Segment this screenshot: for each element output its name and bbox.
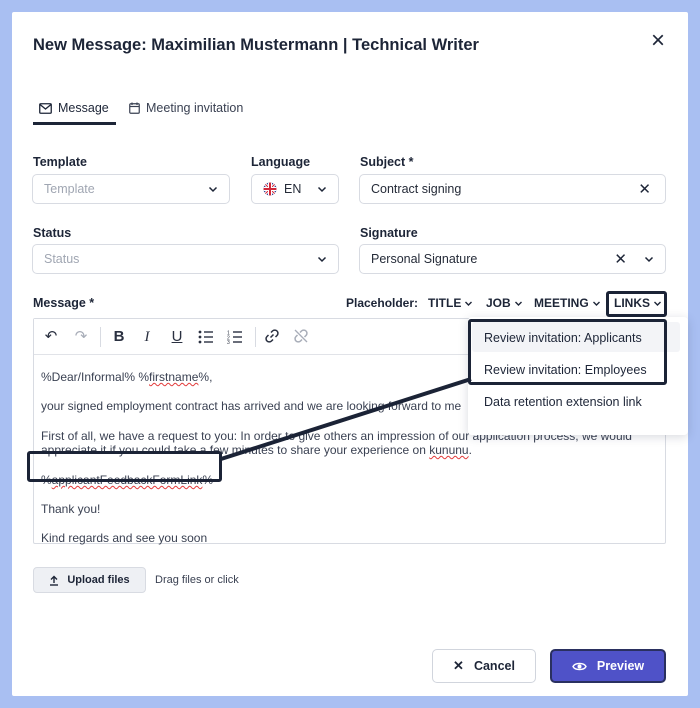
italic-icon[interactable]: I	[138, 328, 156, 346]
menu-item-review-applicants[interactable]: Review invitation: Applicants	[484, 331, 642, 345]
active-tab-indicator	[33, 122, 116, 125]
subject-label: Subject *	[360, 155, 414, 169]
chevron-down-icon	[592, 301, 600, 306]
undo-icon[interactable]: ↶	[42, 328, 60, 346]
tab-message-label: Message	[58, 101, 109, 115]
close-icon[interactable]: ×	[646, 29, 670, 54]
status-select[interactable]: Status	[32, 244, 339, 274]
redo-icon[interactable]: ↷	[72, 328, 90, 346]
menu-item-review-employees[interactable]: Review invitation: Employees	[484, 363, 647, 377]
chevron-down-icon	[208, 186, 218, 193]
calendar-icon	[129, 102, 140, 114]
editor-line-feedback-link: %applicantFeedbackFormLink%	[41, 473, 214, 487]
editor-line-contract: your signed employment contract has arri…	[41, 399, 462, 413]
placeholder-menu-title[interactable]: TITLE	[428, 296, 473, 310]
status-placeholder: Status	[44, 252, 80, 266]
tab-message[interactable]: Message	[39, 101, 109, 115]
message-label: Message *	[33, 296, 95, 310]
dialog-title: New Message: Maximilian Mustermann | Tec…	[33, 36, 479, 54]
preview-button[interactable]: Preview	[550, 649, 666, 683]
language-select[interactable]: EN	[251, 174, 339, 204]
status-label: Status	[33, 226, 72, 240]
upload-files-button[interactable]: Upload files	[33, 567, 146, 593]
language-label: Language	[251, 155, 311, 169]
toolbar-divider	[255, 327, 256, 347]
chevron-down-icon	[465, 301, 473, 306]
upload-icon	[50, 575, 59, 586]
language-value: EN	[284, 182, 302, 196]
bullet-list-icon[interactable]	[197, 328, 215, 346]
cancel-button[interactable]: ✕ Cancel	[432, 649, 536, 683]
signature-select[interactable]: Personal Signature ✕	[359, 244, 666, 274]
uk-flag-icon	[263, 182, 277, 196]
upload-files-label: Upload files	[67, 574, 130, 586]
menu-item-data-retention[interactable]: Data retention extension link	[484, 395, 642, 409]
placeholder-label: Placeholder:	[346, 296, 419, 310]
signature-value: Personal Signature	[371, 252, 478, 266]
envelope-icon	[39, 102, 52, 114]
subject-value: Contract signing	[371, 182, 462, 196]
cancel-label: Cancel	[473, 659, 515, 673]
editor-line-closing: Kind regards and see you soon	[41, 531, 208, 545]
link-icon[interactable]	[263, 328, 281, 346]
placeholder-menu-meeting[interactable]: MEETING	[534, 296, 601, 310]
numbered-list-icon[interactable]: 123	[226, 328, 244, 346]
chevron-down-icon	[317, 256, 327, 263]
cancel-x-icon: ✕	[453, 658, 464, 673]
svg-text:3: 3	[227, 340, 230, 344]
editor-line-greeting: %Dear/Informal% %firstname%,	[41, 370, 213, 384]
tab-meeting-label: Meeting invitation	[146, 101, 244, 115]
underline-icon[interactable]: U	[168, 328, 186, 346]
template-placeholder: Template	[44, 182, 95, 196]
editor-line-request-cont: appreciate it if you could take a few mi…	[41, 443, 472, 457]
chevron-down-icon	[644, 256, 654, 263]
bold-icon[interactable]: B	[110, 328, 128, 346]
template-label: Template	[33, 155, 87, 169]
signature-label: Signature	[360, 226, 418, 240]
unlink-icon[interactable]	[292, 328, 310, 346]
new-message-dialog: New Message: Maximilian Mustermann | Tec…	[12, 12, 688, 696]
placeholder-menu-job[interactable]: JOB	[486, 296, 523, 310]
toolbar-divider	[100, 327, 101, 347]
clear-subject-icon[interactable]: ✕	[638, 180, 651, 198]
chevron-down-icon	[514, 301, 522, 306]
placeholder-menu-links[interactable]: LINKS	[614, 296, 662, 310]
subject-input[interactable]: Contract signing ✕	[359, 174, 666, 204]
links-dropdown-menu: Review invitation: Applicants Review inv…	[468, 317, 688, 435]
tab-meeting-invitation[interactable]: Meeting invitation	[129, 101, 243, 115]
preview-label: Preview	[596, 659, 645, 673]
eye-icon	[572, 662, 587, 670]
drag-files-hint: Drag files or click	[155, 574, 239, 586]
editor-line-thanks: Thank you!	[41, 502, 101, 516]
chevron-down-icon	[317, 186, 327, 193]
chevron-down-icon	[654, 301, 661, 306]
clear-signature-icon[interactable]: ✕	[614, 250, 627, 268]
template-select[interactable]: Template	[32, 174, 230, 204]
